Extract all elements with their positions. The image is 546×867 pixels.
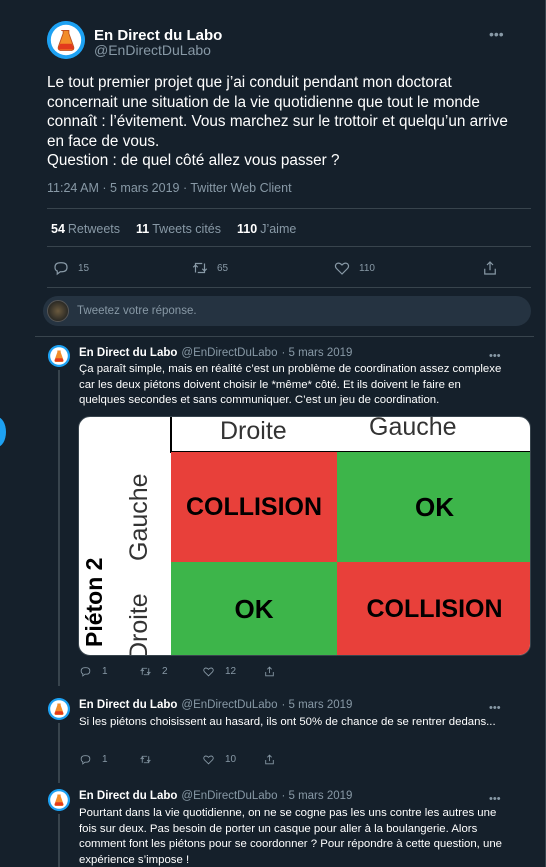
share-icon — [484, 261, 496, 275]
thread-line — [58, 814, 60, 867]
reply-date[interactable]: · 5 mars 2019 — [281, 790, 352, 802]
row-title-wrap: Piéton 2 — [81, 557, 121, 647]
retweet-button[interactable] — [139, 753, 152, 766]
reply-author-name[interactable]: En Direct du Labo — [79, 347, 177, 359]
reply-date[interactable]: · 5 mars 2019 — [281, 699, 352, 711]
cell-gauche-droite: COLLISION — [337, 562, 530, 655]
tweet-actions: 15 65 110 — [0, 259, 546, 277]
reply-handle[interactable]: @EnDirectDuLabo — [181, 790, 277, 802]
lab-flask-avatar-icon — [48, 789, 70, 811]
quotes-stat[interactable]: 11 Tweets cités — [136, 222, 221, 236]
lab-flask-avatar-icon — [47, 21, 85, 59]
retweet-icon — [140, 755, 151, 764]
author-avatar[interactable] — [47, 21, 85, 59]
like-button[interactable]: 10 — [202, 753, 236, 766]
tweet-meta[interactable]: 11:24 AM · 5 mars 2019 · Twitter Web Cli… — [47, 181, 292, 195]
row-header-droite: Droite — [125, 593, 153, 656]
more-options-icon[interactable]: ••• — [489, 27, 504, 41]
lab-flask-avatar-icon — [48, 345, 70, 367]
more-options-icon[interactable]: ••• — [489, 794, 501, 805]
thread-line — [58, 370, 60, 686]
reply-button[interactable]: 1 — [79, 665, 108, 678]
retweet-count: 2 — [162, 666, 168, 677]
reply-text: Ça paraît simple, mais en réalité c’est … — [79, 363, 502, 406]
reply-text: Pourtant dans la vie quotidienne, on ne … — [79, 807, 502, 866]
reply-text: Si les piétons choisissent au hasard, il… — [79, 716, 496, 728]
col-header-droite: Droite — [220, 417, 287, 445]
cell-droite-gauche: COLLISION — [171, 452, 337, 562]
coordination-matrix-image[interactable]: Droite Gauche Piéton 2 Gauche Droite COL… — [78, 416, 531, 656]
share-button[interactable] — [263, 665, 276, 678]
divider — [47, 287, 531, 288]
share-button[interactable] — [263, 753, 276, 766]
reply-input[interactable]: Tweetez votre réponse. — [77, 305, 197, 317]
current-user-avatar — [47, 300, 69, 322]
reply-button[interactable]: 1 — [79, 753, 108, 766]
retweet-button[interactable]: 2 — [139, 665, 168, 678]
divider — [47, 246, 531, 247]
like-icon — [334, 262, 350, 275]
reply-count: 1 — [102, 666, 108, 677]
retweets-stat[interactable]: 54 Retweets — [51, 222, 120, 236]
like-icon — [203, 755, 214, 765]
more-options-icon[interactable]: ••• — [489, 703, 501, 714]
reply-handle[interactable]: @EnDirectDuLabo — [181, 347, 277, 359]
reply-actions: 1 2 12 — [0, 665, 546, 679]
divider — [47, 208, 531, 209]
share-icon — [265, 666, 274, 677]
like-button[interactable]: 12 — [202, 665, 236, 678]
lab-flask-avatar-icon — [48, 698, 70, 720]
reply-header: En Direct du Labo @EnDirectDuLabo · 5 ma… — [79, 699, 352, 711]
cell-droite-droite: OK — [171, 562, 337, 655]
reply-author-name[interactable]: En Direct du Labo — [79, 790, 177, 802]
reply-icon — [80, 755, 91, 765]
like-count: 12 — [225, 666, 237, 677]
reply-icon — [80, 667, 91, 677]
reply-author-avatar[interactable] — [48, 698, 70, 720]
reply-header: En Direct du Labo @EnDirectDuLabo · 5 ma… — [79, 790, 352, 802]
reply-date[interactable]: · 5 mars 2019 — [281, 347, 352, 359]
like-button[interactable]: 110 — [333, 259, 375, 277]
reply-composer[interactable]: Tweetez votre réponse. — [43, 296, 531, 326]
retweet-icon — [140, 667, 151, 676]
more-options-icon[interactable]: ••• — [489, 351, 501, 362]
likes-stat[interactable]: 110 J’aime — [237, 222, 296, 236]
retweet-count: 65 — [217, 262, 229, 274]
reply-icon — [54, 262, 68, 276]
reply-actions: 1 10 — [0, 753, 546, 767]
reply-author-avatar[interactable] — [48, 345, 70, 367]
like-icon — [203, 667, 214, 677]
divider — [35, 336, 534, 337]
reply-author-avatar[interactable] — [48, 789, 70, 811]
reply-handle[interactable]: @EnDirectDuLabo — [181, 699, 277, 711]
author-handle[interactable]: @EnDirectDuLabo — [94, 42, 211, 58]
like-count: 10 — [225, 754, 237, 765]
col-header-gauche: Gauche — [369, 416, 457, 441]
retweet-icon — [192, 262, 208, 274]
retweet-button[interactable]: 65 — [191, 259, 228, 277]
row-header-gauche-wrap: Gauche — [125, 473, 165, 561]
share-button[interactable] — [481, 259, 499, 277]
like-count: 110 — [359, 262, 375, 274]
side-nav-dot[interactable] — [0, 417, 6, 447]
reply-author-name[interactable]: En Direct du Labo — [79, 699, 177, 711]
reply-count: 1 — [102, 754, 108, 765]
row-title: Piéton 2 — [81, 557, 107, 647]
matrix-grid-line — [170, 417, 172, 453]
tweet-stats: 54 Retweets 11 Tweets cités 110 J’aime — [51, 222, 296, 236]
reply-count: 15 — [78, 262, 90, 274]
share-icon — [265, 754, 274, 765]
reply-button[interactable]: 15 — [52, 259, 89, 277]
row-header-gauche: Gauche — [125, 473, 153, 561]
tweet-text: Le tout premier projet que j’ai conduit … — [47, 74, 508, 169]
reply-header: En Direct du Labo @EnDirectDuLabo · 5 ma… — [79, 347, 352, 359]
row-header-droite-wrap: Droite — [125, 593, 165, 656]
cell-gauche-gauche: OK — [337, 452, 530, 562]
